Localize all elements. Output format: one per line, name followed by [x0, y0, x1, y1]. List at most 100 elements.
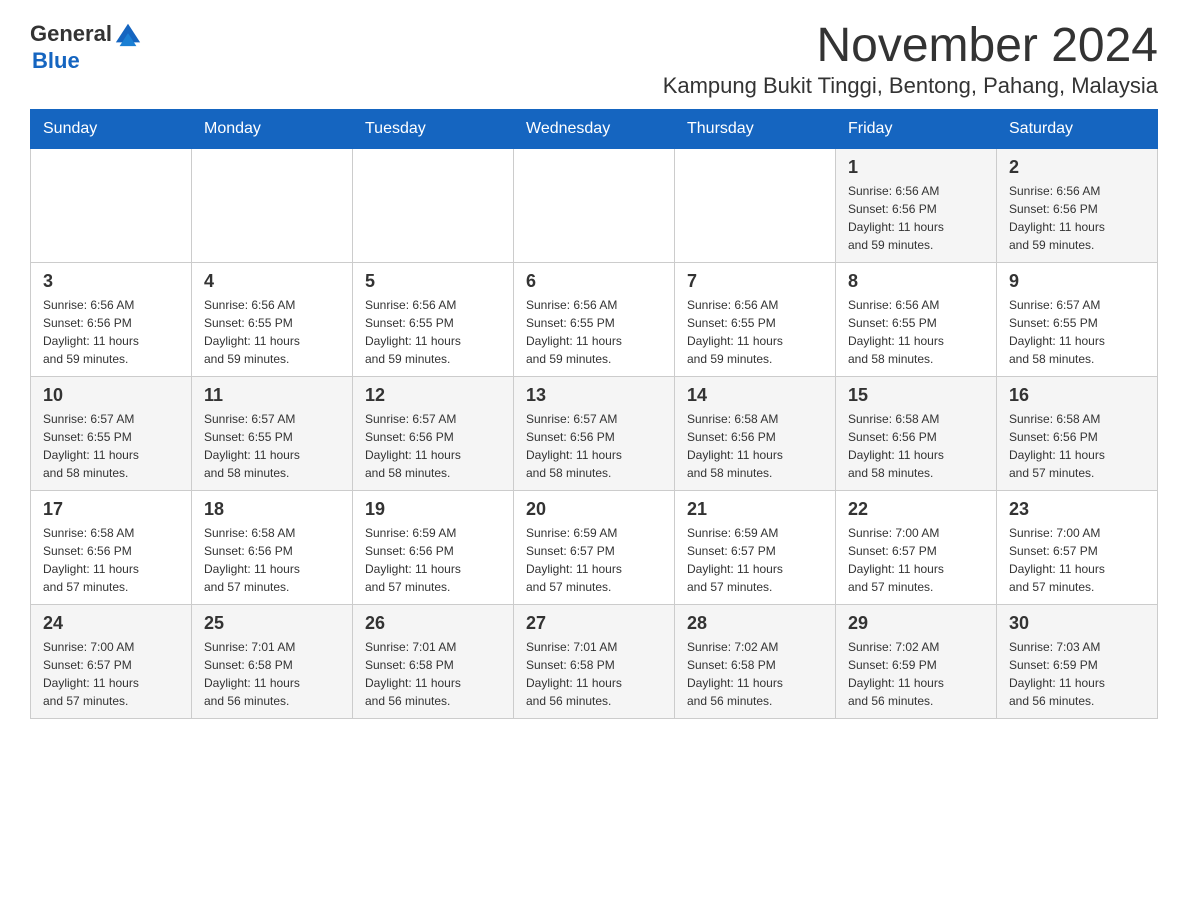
day-info: Sunrise: 6:59 AMSunset: 6:56 PMDaylight:…: [365, 524, 501, 596]
table-row: 27Sunrise: 7:01 AMSunset: 6:58 PMDayligh…: [514, 604, 675, 718]
day-info: Sunrise: 6:58 AMSunset: 6:56 PMDaylight:…: [687, 410, 823, 482]
day-info: Sunrise: 6:56 AMSunset: 6:55 PMDaylight:…: [204, 296, 340, 368]
day-info: Sunrise: 6:56 AMSunset: 6:55 PMDaylight:…: [526, 296, 662, 368]
day-number: 4: [204, 271, 340, 292]
table-row: 12 Sunrise: 6:57 AMSunset: 6:56 PMDayligh…: [353, 376, 514, 490]
table-row: 24 Sunrise: 7:00 AMSunset: 6:57 PMDayligh…: [31, 604, 192, 718]
table-row: 7 Sunrise: 6:56 AMSunset: 6:55 PMDaylight…: [675, 262, 836, 376]
day-info: Sunrise: 6:56 AMSunset: 6:55 PMDaylight:…: [848, 296, 984, 368]
day-info: Sunrise: 7:02 AMSunset: 6:59 PMDaylight:…: [848, 638, 984, 710]
day-info: Sunrise: 6:56 AMSunset: 6:56 PMDaylight:…: [1009, 182, 1145, 254]
day-number: 26: [365, 613, 501, 634]
day-info: Sunrise: 7:00 AMSunset: 6:57 PMDaylight:…: [1009, 524, 1145, 596]
day-info: Sunrise: 6:58 AMSunset: 6:56 PMDaylight:…: [848, 410, 984, 482]
logo-general-text: General: [30, 21, 112, 47]
table-row: 14 Sunrise: 6:58 AMSunset: 6:56 PMDayligh…: [675, 376, 836, 490]
day-number: 2: [1009, 157, 1145, 178]
table-row: 28 Sunrise: 7:02 AMSunset: 6:58 PMDayligh…: [675, 604, 836, 718]
day-info: Sunrise: 6:57 AMSunset: 6:56 PMDaylight:…: [526, 410, 662, 482]
day-number: 29: [848, 613, 984, 634]
table-row: 16 Sunrise: 6:58 AMSunset: 6:56 PMDayligh…: [997, 376, 1158, 490]
day-number: 19: [365, 499, 501, 520]
table-row: 19 Sunrise: 6:59 AMSunset: 6:56 PMDayligh…: [353, 490, 514, 604]
day-number: 14: [687, 385, 823, 406]
calendar-table: Sunday Monday Tuesday Wednesday Thursday…: [30, 109, 1158, 719]
location-title: Kampung Bukit Tinggi, Bentong, Pahang, M…: [663, 73, 1158, 99]
col-saturday: Saturday: [997, 109, 1158, 148]
col-monday: Monday: [192, 109, 353, 148]
col-friday: Friday: [836, 109, 997, 148]
logo-blue-text: Blue: [32, 48, 80, 74]
day-info: Sunrise: 7:01 AMSunset: 6:58 PMDaylight:…: [526, 638, 662, 710]
day-number: 17: [43, 499, 179, 520]
day-info: Sunrise: 7:02 AMSunset: 6:58 PMDaylight:…: [687, 638, 823, 710]
day-info: Sunrise: 6:57 AMSunset: 6:55 PMDaylight:…: [43, 410, 179, 482]
table-row: 29 Sunrise: 7:02 AMSunset: 6:59 PMDayligh…: [836, 604, 997, 718]
logo-icon: [114, 20, 142, 48]
table-row: 15 Sunrise: 6:58 AMSunset: 6:56 PMDayligh…: [836, 376, 997, 490]
table-row: 25 Sunrise: 7:01 AMSunset: 6:58 PMDayligh…: [192, 604, 353, 718]
table-row: 13 Sunrise: 6:57 AMSunset: 6:56 PMDayligh…: [514, 376, 675, 490]
day-number: 22: [848, 499, 984, 520]
table-row: 23Sunrise: 7:00 AMSunset: 6:57 PMDayligh…: [997, 490, 1158, 604]
logo: General Blue: [30, 20, 142, 74]
table-row: [353, 148, 514, 262]
col-wednesday: Wednesday: [514, 109, 675, 148]
table-row: 17Sunrise: 6:58 AMSunset: 6:56 PMDayligh…: [31, 490, 192, 604]
day-info: Sunrise: 7:00 AMSunset: 6:57 PMDaylight:…: [43, 638, 179, 710]
day-number: 7: [687, 271, 823, 292]
day-info: Sunrise: 6:57 AMSunset: 6:55 PMDaylight:…: [1009, 296, 1145, 368]
table-row: 9 Sunrise: 6:57 AMSunset: 6:55 PMDaylight…: [997, 262, 1158, 376]
col-thursday: Thursday: [675, 109, 836, 148]
table-row: 10 Sunrise: 6:57 AMSunset: 6:55 PMDayligh…: [31, 376, 192, 490]
day-number: 9: [1009, 271, 1145, 292]
day-number: 24: [43, 613, 179, 634]
day-info: Sunrise: 6:58 AMSunset: 6:56 PMDaylight:…: [1009, 410, 1145, 482]
month-title: November 2024: [663, 20, 1158, 73]
day-number: 16: [1009, 385, 1145, 406]
col-tuesday: Tuesday: [353, 109, 514, 148]
day-number: 25: [204, 613, 340, 634]
table-row: [31, 148, 192, 262]
col-sunday: Sunday: [31, 109, 192, 148]
day-number: 8: [848, 271, 984, 292]
day-info: Sunrise: 6:56 AMSunset: 6:55 PMDaylight:…: [365, 296, 501, 368]
day-info: Sunrise: 6:57 AMSunset: 6:55 PMDaylight:…: [204, 410, 340, 482]
day-number: 1: [848, 157, 984, 178]
table-row: 26 Sunrise: 7:01 AMSunset: 6:58 PMDayligh…: [353, 604, 514, 718]
table-row: 20Sunrise: 6:59 AMSunset: 6:57 PMDayligh…: [514, 490, 675, 604]
day-number: 21: [687, 499, 823, 520]
day-number: 11: [204, 385, 340, 406]
table-row: 6 Sunrise: 6:56 AMSunset: 6:55 PMDaylight…: [514, 262, 675, 376]
day-info: Sunrise: 6:56 AMSunset: 6:55 PMDaylight:…: [687, 296, 823, 368]
table-row: 22Sunrise: 7:00 AMSunset: 6:57 PMDayligh…: [836, 490, 997, 604]
day-info: Sunrise: 6:57 AMSunset: 6:56 PMDaylight:…: [365, 410, 501, 482]
day-number: 12: [365, 385, 501, 406]
day-number: 28: [687, 613, 823, 634]
table-row: 30Sunrise: 7:03 AMSunset: 6:59 PMDayligh…: [997, 604, 1158, 718]
day-info: Sunrise: 6:59 AMSunset: 6:57 PMDaylight:…: [687, 524, 823, 596]
table-row: 21 Sunrise: 6:59 AMSunset: 6:57 PMDayligh…: [675, 490, 836, 604]
table-row: 11 Sunrise: 6:57 AMSunset: 6:55 PMDayligh…: [192, 376, 353, 490]
day-number: 6: [526, 271, 662, 292]
day-info: Sunrise: 6:56 AMSunset: 6:56 PMDaylight:…: [848, 182, 984, 254]
calendar-week-row: 17Sunrise: 6:58 AMSunset: 6:56 PMDayligh…: [31, 490, 1158, 604]
calendar-week-row: 24 Sunrise: 7:00 AMSunset: 6:57 PMDayligh…: [31, 604, 1158, 718]
day-number: 13: [526, 385, 662, 406]
day-number: 10: [43, 385, 179, 406]
table-row: 18Sunrise: 6:58 AMSunset: 6:56 PMDayligh…: [192, 490, 353, 604]
table-row: 2 Sunrise: 6:56 AMSunset: 6:56 PMDaylight…: [997, 148, 1158, 262]
calendar-week-row: 10 Sunrise: 6:57 AMSunset: 6:55 PMDayligh…: [31, 376, 1158, 490]
day-info: Sunrise: 6:56 AMSunset: 6:56 PMDaylight:…: [43, 296, 179, 368]
day-info: Sunrise: 7:01 AMSunset: 6:58 PMDaylight:…: [365, 638, 501, 710]
day-number: 20: [526, 499, 662, 520]
table-row: 1 Sunrise: 6:56 AMSunset: 6:56 PMDaylight…: [836, 148, 997, 262]
day-number: 15: [848, 385, 984, 406]
day-number: 18: [204, 499, 340, 520]
day-number: 3: [43, 271, 179, 292]
table-row: [192, 148, 353, 262]
table-row: 8 Sunrise: 6:56 AMSunset: 6:55 PMDaylight…: [836, 262, 997, 376]
day-number: 30: [1009, 613, 1145, 634]
calendar-header-row: Sunday Monday Tuesday Wednesday Thursday…: [31, 109, 1158, 148]
day-info: Sunrise: 7:01 AMSunset: 6:58 PMDaylight:…: [204, 638, 340, 710]
